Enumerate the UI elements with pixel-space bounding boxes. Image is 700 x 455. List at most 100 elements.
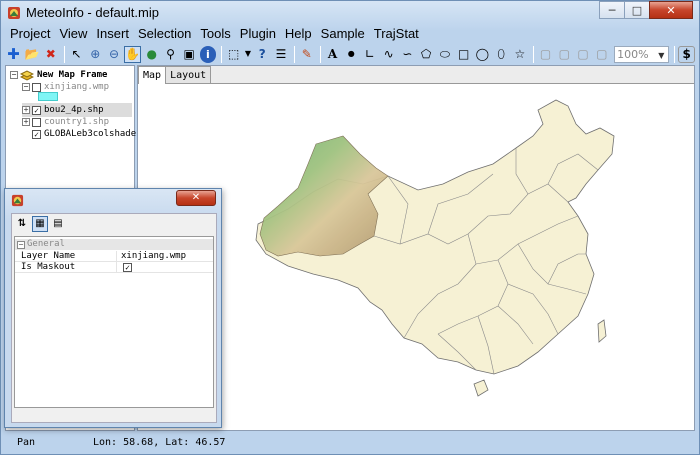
minimize-button[interactable]: ─ — [599, 1, 625, 19]
app-icon — [8, 7, 20, 19]
add-layer-icon[interactable]: ✚ — [5, 46, 22, 63]
map-frame-label: New Map Frame — [37, 70, 108, 80]
layer-visibility-checkbox[interactable] — [32, 82, 41, 92]
property-toolbar: ⇅ ▦ ▤ — [14, 216, 68, 232]
toolbar-separator — [674, 45, 676, 63]
property-row-is-maskout[interactable]: Is Maskout ✓ — [15, 262, 213, 273]
zoom-level-value: 100% — [617, 47, 649, 61]
status-mode: Pan — [17, 437, 36, 448]
open-folder-icon[interactable]: 📂 — [24, 46, 41, 63]
dialog-title-bar[interactable]: ✕ — [5, 189, 221, 211]
menu-plugin[interactable]: Plugin — [235, 25, 280, 43]
status-bar: Pan Lon: 58.68, Lat: 46.57 — [1, 432, 699, 454]
collapse-icon[interactable]: − — [10, 71, 18, 79]
menu-view[interactable]: View — [54, 25, 91, 43]
help-question-icon[interactable]: ? — [254, 46, 271, 63]
expand-icon[interactable]: + — [22, 118, 30, 126]
zoom-level-select[interactable]: 100% ▼ — [614, 45, 670, 63]
toolbar-separator — [64, 45, 66, 63]
dropdown-arrow-icon[interactable]: ▼ — [244, 46, 252, 63]
status-coordinates: Lon: 58.68, Lat: 46.57 — [93, 437, 226, 448]
map-frame-icon — [20, 69, 34, 81]
property-description — [14, 410, 214, 420]
info-icon[interactable]: i — [199, 45, 217, 63]
property-value[interactable]: xinjiang.wmp — [121, 251, 186, 262]
tab-layout[interactable]: Layout — [165, 66, 212, 83]
layer-properties-dialog: ✕ ⇅ ▦ ▤ − General Layer Name xinjiang.wmp… — [4, 188, 222, 428]
layout-page-icon[interactable]: ▢ — [537, 46, 554, 63]
toolbar-separator — [320, 45, 322, 63]
window-title: MeteoInfo - default.mip — [26, 5, 159, 20]
globe-icon[interactable]: ● — [143, 46, 160, 63]
ellipse-icon[interactable]: ⬯ — [493, 46, 510, 63]
select-arrow-icon[interactable]: ↖ — [68, 46, 85, 63]
layer-visibility-checkbox[interactable]: ✓ — [32, 105, 41, 115]
layer-legend-swatch — [38, 92, 58, 101]
menu-insert[interactable]: Insert — [91, 25, 133, 43]
property-grid-container: ⇅ ▦ ▤ − General Layer Name xinjiang.wmp I… — [11, 213, 217, 423]
layout-fit-icon[interactable]: ▢ — [556, 46, 573, 63]
layer-visibility-checkbox[interactable]: ✓ — [32, 129, 41, 139]
rectangle-icon[interactable]: □ — [455, 46, 472, 63]
layout-pan-icon[interactable]: ▢ — [593, 46, 610, 63]
expand-icon[interactable]: + — [22, 106, 30, 114]
maskout-checkbox[interactable]: ✓ — [123, 263, 132, 272]
toolbar-separator — [221, 45, 223, 63]
menu-project[interactable]: Project — [5, 25, 54, 43]
property-row-layer-name[interactable]: Layer Name xinjiang.wmp — [15, 251, 213, 262]
menu-trajstat[interactable]: TrajStat — [369, 25, 423, 43]
star-polygon-icon[interactable]: ☆ — [511, 46, 528, 63]
close-button[interactable]: ✕ — [649, 1, 693, 19]
menu-tools[interactable]: Tools — [195, 25, 234, 43]
zoom-out-icon[interactable]: ⊖ — [106, 46, 123, 63]
toolbar-separator — [533, 45, 535, 63]
property-category-label: General — [27, 239, 65, 249]
menu-help[interactable]: Help — [280, 25, 316, 43]
polyline-icon[interactable]: ∟ — [362, 46, 379, 63]
property-name: Is Maskout — [21, 262, 76, 272]
magnifier-icon[interactable]: ⚲ — [162, 46, 179, 63]
title-bar[interactable]: MeteoInfo - default.mip ─ □ ✕ — [1, 1, 699, 25]
remove-layer-icon[interactable]: ✖ — [42, 46, 59, 63]
text-icon[interactable]: A — [324, 46, 341, 63]
layer-name: GLOBALeb3colshade.j — [44, 129, 147, 139]
collapse-icon[interactable]: − — [17, 241, 25, 249]
edit-pencil-icon[interactable]: ✎ — [298, 46, 315, 63]
property-name: Layer Name — [21, 251, 76, 261]
property-pages-icon[interactable]: ▤ — [50, 216, 66, 232]
point-icon[interactable]: ● — [343, 46, 360, 63]
categorized-view-icon[interactable]: ▦ — [32, 216, 48, 232]
layout-zoom-icon[interactable]: ▢ — [575, 46, 592, 63]
select-rect-icon[interactable]: ⬚ — [225, 46, 242, 63]
ellipse-shape-icon[interactable]: ⬭ — [437, 46, 454, 63]
dialog-close-button[interactable]: ✕ — [176, 190, 216, 206]
zoom-in-icon[interactable]: ⊕ — [87, 46, 104, 63]
menu-bar: Project View Insert Selection Tools Plug… — [5, 25, 423, 43]
property-category[interactable]: − General — [15, 239, 213, 250]
pan-hand-icon[interactable]: ✋ — [124, 45, 142, 63]
layer-visibility-checkbox[interactable] — [32, 117, 41, 127]
property-grid: − General Layer Name xinjiang.wmp Is Mask… — [14, 236, 214, 408]
menu-selection[interactable]: Selection — [133, 25, 195, 43]
layer-name: xinjiang.wmp — [44, 82, 110, 92]
circle-icon[interactable]: ◯ — [474, 46, 491, 63]
maximize-button[interactable]: □ — [624, 1, 650, 19]
layer-row-global-shade[interactable]: ✓ GLOBALeb3colshade.j — [32, 127, 147, 141]
toolbar-separator — [294, 45, 296, 63]
menu-sample[interactable]: Sample — [316, 25, 369, 43]
layer-row-xinjiang[interactable]: − xinjiang.wmp — [22, 80, 109, 94]
tab-map[interactable]: Map — [138, 66, 167, 84]
polygon-icon[interactable]: ⬠ — [418, 46, 435, 63]
dollar-script-icon[interactable]: $ — [678, 45, 696, 63]
map-region-hainan — [473, 379, 489, 397]
measure-icon[interactable]: ☰ — [273, 46, 290, 63]
collapse-icon[interactable]: − — [22, 83, 30, 91]
map-region-taiwan — [597, 319, 607, 343]
curve-icon[interactable]: ∽ — [399, 46, 416, 63]
chevron-down-icon: ▼ — [658, 50, 665, 60]
full-extent-icon[interactable]: ▣ — [181, 46, 198, 63]
freehand-icon[interactable]: ∿ — [380, 46, 397, 63]
layer-name: bou2_4p.shp — [44, 105, 104, 115]
map-region-xinjiang-relief — [259, 135, 389, 257]
sort-alphabetical-icon[interactable]: ⇅ — [14, 216, 30, 232]
